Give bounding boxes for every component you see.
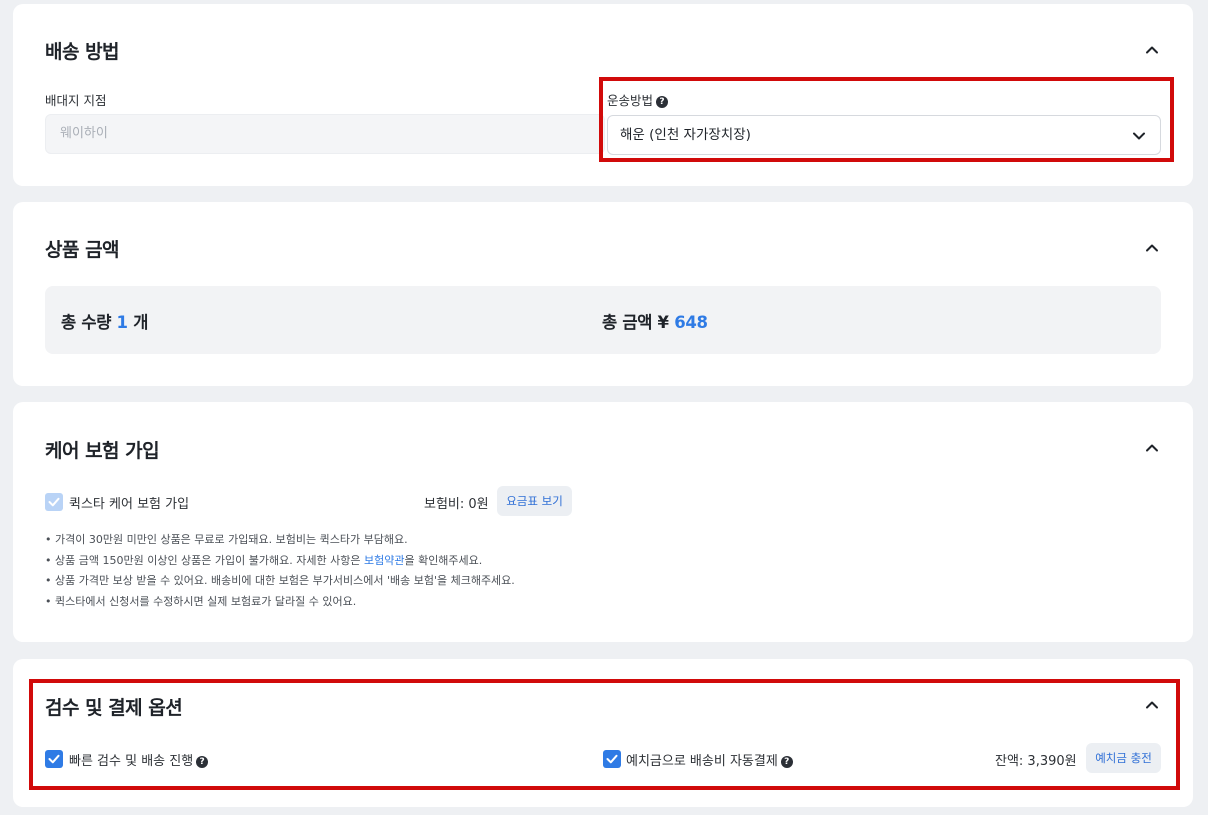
insurance-terms-link[interactable]: 보험약관 [364, 554, 404, 567]
inspection-highlight [29, 679, 1180, 790]
insurance-note-3: 상품 가격만 보상 받을 수 있어요. 배송비에 대한 보험은 부가서비스에서 … [45, 571, 515, 592]
amount-label: 총 금액 [602, 313, 653, 332]
insurance-note-4: 퀵스타에서 신청서를 수정하시면 실제 보험료가 달라질 수 있어요. [45, 592, 515, 613]
warehouse-input: 웨이하이 [45, 114, 605, 154]
amount-value: 648 [674, 313, 708, 332]
shipping-method-highlight [599, 77, 1174, 162]
chevron-up-icon[interactable] [1145, 441, 1159, 455]
product-section: 상품 금액 총 수량 1 개 총 금액 ¥ 648 [13, 202, 1193, 386]
total-amount: 총 금액 ¥ 648 [602, 309, 708, 333]
insurance-checkbox-label: 퀵스타 케어 보험 가입 [69, 497, 190, 512]
insurance-note-2-text: 상품 금액 150만원 이상인 상품은 가입이 불가해요. 자세한 사항은 [55, 553, 364, 567]
qty-label: 총 수량 [61, 313, 112, 332]
check-icon [48, 497, 60, 507]
chevron-up-icon[interactable] [1145, 241, 1159, 255]
fee-table-button[interactable]: 요금표 보기 [497, 486, 572, 516]
insurance-checkbox[interactable] [45, 493, 63, 511]
currency-symbol: ¥ [657, 313, 669, 332]
insurance-section: 케어 보험 가입 퀵스타 케어 보험 가입 보험비: 0원 요금표 보기 가격이… [13, 402, 1193, 642]
insurance-note-2-suffix: 을 확인해주세요. [404, 553, 483, 567]
insurance-notes: 가격이 30만원 미만인 상품은 무료로 가입돼요. 보험비는 퀵스타가 부담해… [45, 530, 515, 612]
insurance-note-2: 상품 금액 150만원 이상인 상품은 가입이 불가해요. 자세한 사항은 보험… [45, 551, 515, 572]
product-summary: 총 수량 1 개 총 금액 ¥ 648 [45, 286, 1161, 354]
qty-unit: 개 [133, 313, 149, 332]
shipping-title: 배송 방법 [45, 41, 120, 63]
product-title: 상품 금액 [45, 239, 120, 261]
qty-value: 1 [116, 313, 128, 332]
chevron-up-icon[interactable] [1145, 43, 1159, 57]
warehouse-label: 배대지 지점 [45, 93, 107, 108]
insurance-fee: 보험비: 0원 [424, 497, 489, 512]
insurance-title: 케어 보험 가입 [45, 440, 160, 462]
insurance-note-1: 가격이 30만원 미만인 상품은 무료로 가입돼요. 보험비는 퀵스타가 부담해… [45, 530, 515, 551]
total-quantity: 총 수량 1 개 [61, 309, 148, 333]
